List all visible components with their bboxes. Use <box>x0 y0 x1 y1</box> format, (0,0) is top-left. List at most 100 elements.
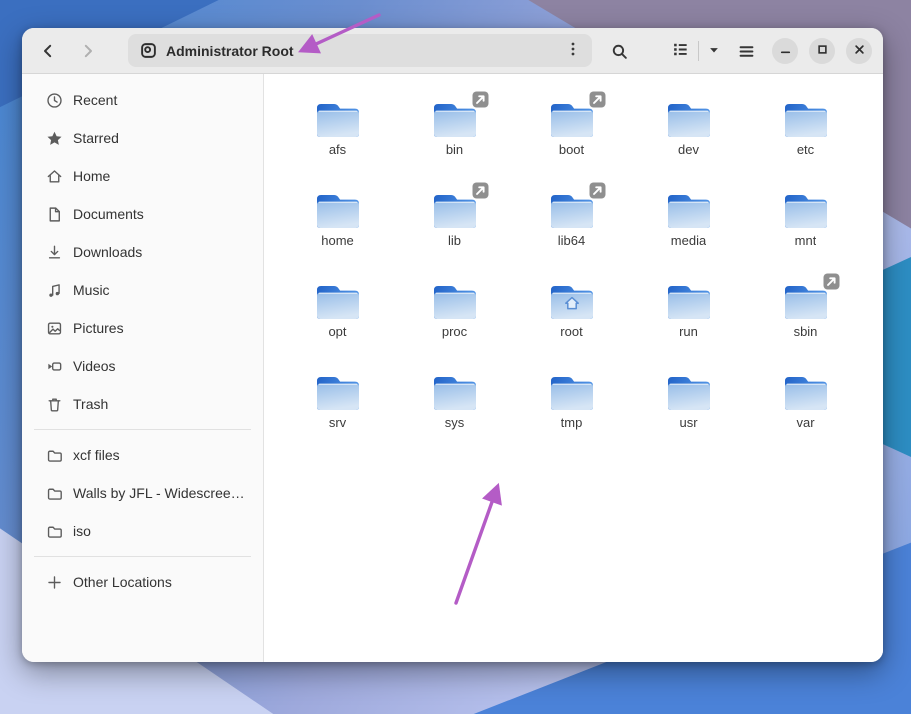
music-notes-icon <box>46 282 63 299</box>
folder-item-tmp[interactable]: tmp <box>513 360 630 451</box>
location-menu-button[interactable] <box>554 34 592 67</box>
folder-icon <box>432 371 478 411</box>
sidebar-divider <box>34 429 251 430</box>
sidebar-item-other-locations[interactable]: Other Locations <box>28 563 257 601</box>
folder-item-home[interactable]: home <box>279 178 396 269</box>
sidebar-item-recent[interactable]: Recent <box>28 81 257 119</box>
sidebar-item-pictures[interactable]: Pictures <box>28 309 257 347</box>
folder-icon <box>783 280 829 320</box>
folder-icon <box>666 98 712 138</box>
close-icon <box>852 42 867 60</box>
sidebar-item-label: Downloads <box>73 244 150 260</box>
sidebar-item-label: Trash <box>73 396 116 412</box>
folder-item-boot[interactable]: boot <box>513 87 630 178</box>
files-window: Administrator Root <box>22 28 883 662</box>
folder-item-lib[interactable]: lib <box>396 178 513 269</box>
sidebar-divider <box>34 556 251 557</box>
search-button[interactable] <box>603 35 635 67</box>
view-switcher <box>662 35 729 67</box>
folder-icon <box>549 98 595 138</box>
folder-item-var[interactable]: var <box>747 360 864 451</box>
sidebar-item-label: Music <box>73 282 118 298</box>
sidebar-item-iso[interactable]: iso <box>28 512 257 550</box>
home-icon <box>46 168 63 185</box>
forward-icon <box>80 43 96 59</box>
folder-item-sys[interactable]: sys <box>396 360 513 451</box>
sidebar-item-trash[interactable]: Trash <box>28 385 257 423</box>
sidebar-item-label: iso <box>73 523 99 539</box>
folder-item-opt[interactable]: opt <box>279 269 396 360</box>
folder-icon <box>432 280 478 320</box>
folder-item-usr[interactable]: usr <box>630 360 747 451</box>
maximize-icon <box>815 42 830 60</box>
sidebar-item-videos[interactable]: Videos <box>28 347 257 385</box>
sidebar-item-label: Starred <box>73 130 127 146</box>
folder-item-sbin[interactable]: sbin <box>747 269 864 360</box>
folder-item-bin[interactable]: bin <box>396 87 513 178</box>
folder-item-lib64[interactable]: lib64 <box>513 178 630 269</box>
hamburger-icon <box>738 43 755 60</box>
folder-item-run[interactable]: run <box>630 269 747 360</box>
folder-icon <box>783 98 829 138</box>
path-bar[interactable]: Administrator Root <box>128 34 592 67</box>
plus-icon <box>46 574 63 591</box>
sidebar-item-label: Documents <box>73 206 152 222</box>
minimize-button[interactable] <box>772 38 798 64</box>
folder-label: srv <box>329 415 346 430</box>
folder-item-root[interactable]: root <box>513 269 630 360</box>
view-options-button[interactable] <box>699 35 729 67</box>
sidebar-item-label: Videos <box>73 358 124 374</box>
back-button[interactable] <box>32 35 64 67</box>
symlink-emblem-icon <box>472 182 489 204</box>
trash-icon <box>46 396 63 413</box>
folder-icon <box>666 189 712 229</box>
folder-item-media[interactable]: media <box>630 178 747 269</box>
folder-item-dev[interactable]: dev <box>630 87 747 178</box>
folder-icon <box>549 280 595 320</box>
folder-item-afs[interactable]: afs <box>279 87 396 178</box>
folder-label: usr <box>679 415 697 430</box>
folder-label: bin <box>446 142 463 157</box>
sidebar-item-starred[interactable]: Starred <box>28 119 257 157</box>
folder-label: home <box>321 233 354 248</box>
folder-label: media <box>671 233 706 248</box>
drive-root-icon <box>140 42 157 59</box>
folder-icon <box>315 371 361 411</box>
close-button[interactable] <box>846 38 872 64</box>
sidebar-item-label: Other Locations <box>73 574 180 590</box>
folder-item-mnt[interactable]: mnt <box>747 178 864 269</box>
folder-label: root <box>560 324 582 339</box>
folder-label: sys <box>445 415 465 430</box>
sidebar-item-home[interactable]: Home <box>28 157 257 195</box>
maximize-button[interactable] <box>809 38 835 64</box>
sidebar-item-music[interactable]: Music <box>28 271 257 309</box>
folder-label: lib <box>448 233 461 248</box>
sidebar-item-documents[interactable]: Documents <box>28 195 257 233</box>
sidebar-item-label: Recent <box>73 92 125 108</box>
star-icon <box>46 130 63 147</box>
folder-icon <box>666 280 712 320</box>
folder-icon <box>46 523 63 540</box>
symlink-emblem-icon <box>472 91 489 113</box>
folder-icon <box>783 371 829 411</box>
forward-button[interactable] <box>72 35 104 67</box>
folder-item-srv[interactable]: srv <box>279 360 396 451</box>
primary-menu-button[interactable] <box>730 35 762 67</box>
sidebar-item-xcf-files[interactable]: xcf files <box>28 436 257 474</box>
folder-label: etc <box>797 142 814 157</box>
folder-item-proc[interactable]: proc <box>396 269 513 360</box>
sidebar-item-downloads[interactable]: Downloads <box>28 233 257 271</box>
image-icon <box>46 320 63 337</box>
symlink-emblem-icon <box>823 273 840 295</box>
sidebar-item-walls-by-jfl-widescreen[interactable]: Walls by JFL - Widescreen (… <box>28 474 257 512</box>
home-emblem-icon <box>563 295 581 317</box>
folder-label: mnt <box>795 233 817 248</box>
folder-item-etc[interactable]: etc <box>747 87 864 178</box>
list-view-button[interactable] <box>662 35 698 67</box>
content-area: afs bin boot dev etc home lib <box>264 74 883 662</box>
folder-label: opt <box>328 324 346 339</box>
folder-icon <box>315 280 361 320</box>
folder-label: var <box>796 415 814 430</box>
sidebar-item-label: Walls by JFL - Widescreen (… <box>73 485 257 501</box>
headerbar: Administrator Root <box>22 28 883 74</box>
